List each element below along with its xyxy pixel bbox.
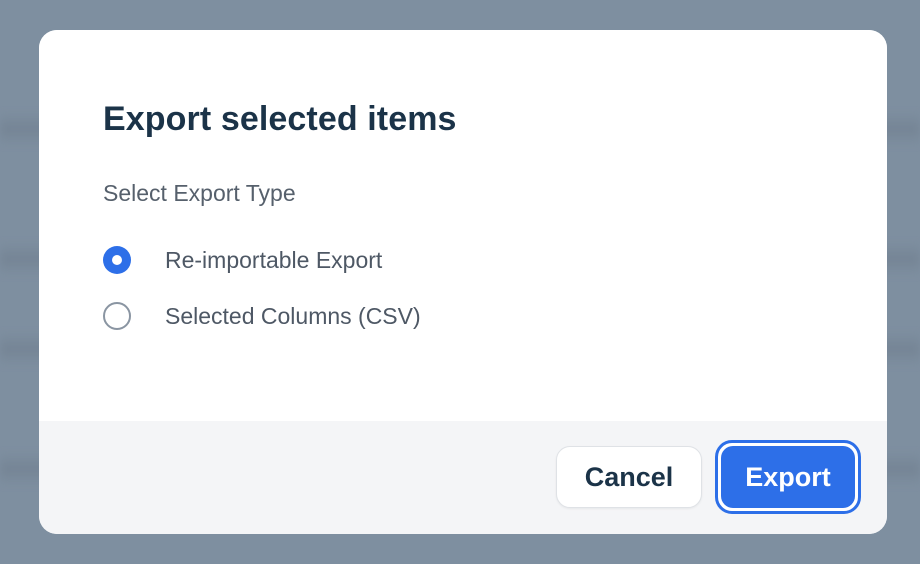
export-button[interactable]: Export — [715, 440, 861, 514]
radio-label: Re-importable Export — [165, 246, 383, 273]
radio-dot — [112, 255, 122, 265]
export-dialog: Export selected items Select Export Type… — [39, 30, 887, 534]
cancel-button[interactable]: Cancel — [556, 446, 702, 508]
dialog-footer: Cancel Export — [39, 421, 887, 534]
dialog-title: Export selected items — [103, 100, 457, 138]
dialog-body: Export selected items Select Export Type… — [39, 30, 887, 421]
radio-label: Selected Columns (CSV) — [165, 302, 421, 329]
radio-checked-icon[interactable] — [103, 246, 131, 274]
export-button-label: Export — [721, 446, 855, 508]
radio-option-csv[interactable]: Selected Columns (CSV) — [103, 300, 421, 332]
radio-option-reimportable[interactable]: Re-importable Export — [103, 244, 382, 276]
radio-unchecked-icon[interactable] — [103, 302, 131, 330]
export-type-label: Select Export Type — [103, 180, 296, 206]
